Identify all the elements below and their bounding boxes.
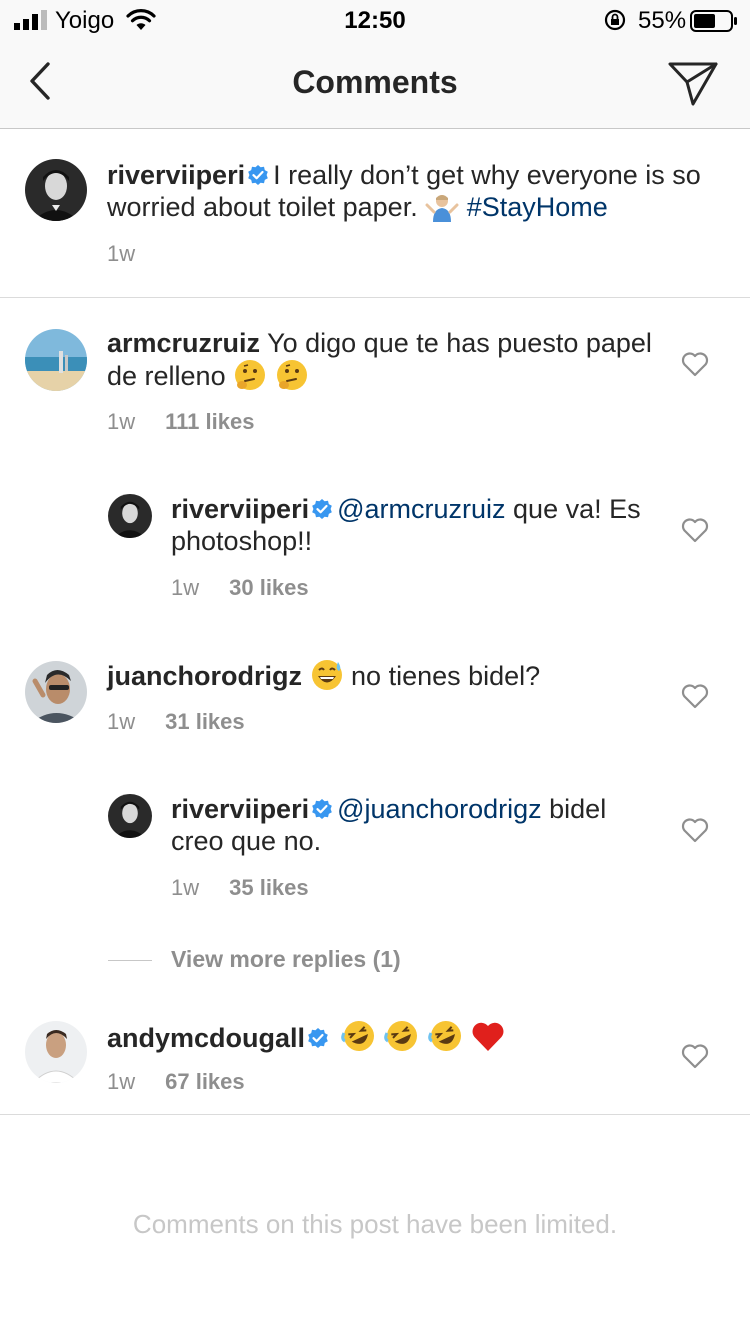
comment-meta: 1w 35 likes (171, 875, 309, 901)
comment-text: riverviiperi @juanchorodrigz bidel creo q… (171, 793, 661, 857)
battery-icon (690, 10, 737, 32)
username[interactable]: riverviiperi (171, 494, 309, 524)
caption-text: riverviiperi I really don’t get why every… (107, 159, 727, 223)
view-more-divider (108, 960, 152, 961)
mention-link[interactable]: @armcruzruiz (337, 494, 505, 524)
comment-meta: 1w 31 likes (107, 709, 245, 735)
verified-badge-icon (248, 165, 268, 185)
grinning-sweat-emoji-icon (311, 660, 342, 690)
comment-meta: 1w 67 likes (107, 1069, 245, 1095)
timestamp: 1w (107, 709, 136, 734)
thinking-face-emoji-icon (235, 360, 266, 390)
timestamp: 1w (107, 409, 136, 434)
hashtag-link[interactable]: #StayHome (467, 192, 608, 222)
thinking-face-emoji-icon (276, 360, 307, 390)
rofl-emoji-icon (427, 1021, 461, 1051)
battery-percent: 55% (638, 7, 687, 34)
verified-badge-icon (312, 499, 332, 519)
comment-meta: 1w 30 likes (171, 575, 309, 601)
likes-count[interactable]: 67 likes (165, 1069, 245, 1094)
rofl-emoji-icon (340, 1021, 374, 1051)
avatar[interactable] (25, 661, 87, 723)
username[interactable]: riverviiperi (107, 160, 245, 190)
view-more-replies-button[interactable]: View more replies (1) (171, 946, 401, 973)
likes-count[interactable]: 31 likes (165, 709, 245, 734)
likes-count[interactable]: 35 likes (229, 875, 309, 900)
nav-bar: Comments (0, 42, 750, 129)
heart-icon[interactable] (680, 516, 710, 544)
comment-meta: 1w 111 likes (107, 409, 254, 435)
divider (0, 297, 750, 298)
person-shrugging-emoji-icon (425, 195, 459, 222)
red-heart-emoji-icon (472, 1022, 504, 1051)
heart-icon[interactable] (680, 1042, 710, 1070)
username[interactable]: riverviiperi (171, 794, 309, 824)
likes-count[interactable]: 111 likes (165, 409, 254, 434)
verified-badge-icon (312, 799, 332, 819)
heart-icon[interactable] (680, 682, 710, 710)
timestamp: 1w (171, 575, 200, 600)
avatar[interactable] (25, 159, 87, 221)
username[interactable]: armcruzruiz (107, 328, 260, 358)
avatar[interactable] (108, 494, 152, 538)
avatar[interactable] (25, 329, 87, 391)
orientation-lock-icon (604, 9, 626, 31)
likes-count[interactable]: 30 likes (229, 575, 309, 600)
divider (0, 1114, 750, 1115)
rofl-emoji-icon (384, 1021, 418, 1051)
comment-text: riverviiperi @armcruzruiz que va! Es phot… (171, 493, 661, 557)
mention-link[interactable]: @juanchorodrigz (337, 794, 542, 824)
comment-text: andymcdougall (107, 1019, 657, 1054)
caption-meta: 1w (107, 241, 135, 267)
username[interactable]: juanchorodrigz (107, 661, 302, 691)
avatar[interactable] (108, 794, 152, 838)
avatar[interactable] (25, 1021, 87, 1083)
comments-limited-notice: Comments on this post have been limited. (132, 1209, 618, 1239)
timestamp: 1w (107, 241, 136, 266)
comment-body: no tienes bidel? (351, 661, 541, 691)
timestamp: 1w (171, 875, 200, 900)
heart-icon[interactable] (680, 350, 710, 378)
verified-badge-icon (308, 1028, 328, 1048)
heart-icon[interactable] (680, 816, 710, 844)
comment-text: armcruzruiz Yo digo que te has puesto pa… (107, 327, 657, 392)
timestamp: 1w (107, 1069, 136, 1094)
send-icon[interactable] (666, 58, 720, 108)
status-bar: Yoigo 12:50 55% (0, 0, 750, 42)
page-title: Comments (292, 64, 458, 100)
username[interactable]: andymcdougall (107, 1023, 305, 1053)
comment-text: juanchorodrigz no tienes bidel? (107, 659, 657, 692)
